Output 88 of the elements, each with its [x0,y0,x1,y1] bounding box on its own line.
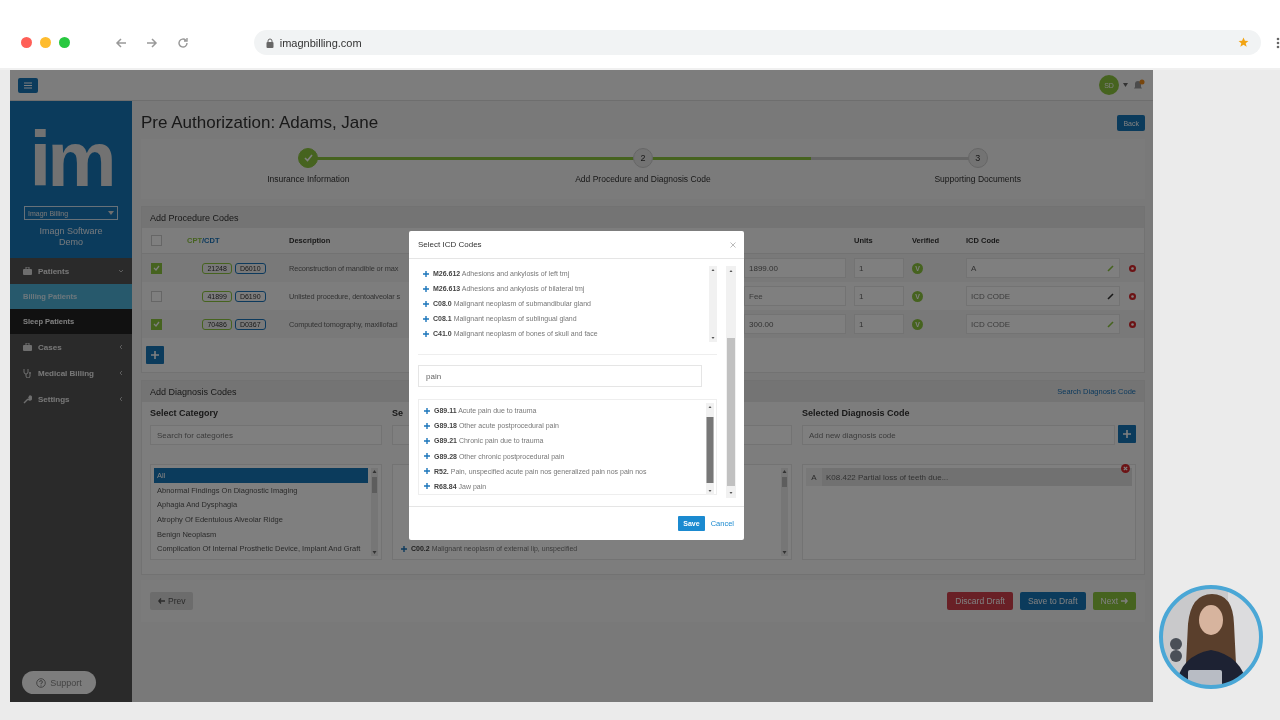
next-button[interactable]: Next [1092,592,1136,610]
bell-icon[interactable] [1132,78,1145,92]
scrollbar[interactable] [371,468,378,556]
sidebar-item[interactable]: Settings [10,386,132,412]
scrollbar[interactable] [709,266,717,342]
check-icon [303,154,313,162]
plus-icon[interactable] [424,468,430,475]
step-label: Insurance Information [267,174,350,184]
remove-icon[interactable] [1128,292,1136,300]
plus-icon[interactable] [423,330,429,337]
sidebar-item-label: Medical Billing [38,368,95,378]
organization-name: Imagn Software Demo [38,226,104,248]
menu-button[interactable] [18,77,38,93]
star-icon[interactable] [1238,37,1250,48]
plus-icon[interactable] [401,545,407,552]
sidebar-item[interactable]: Patients [10,258,132,284]
minimize-window-icon[interactable] [40,37,51,48]
dialog-title: Select ICD Codes [418,240,482,249]
column-heading: Se [392,408,403,420]
caret-icon [108,211,114,215]
plus-icon [151,351,159,359]
prev-button[interactable]: Prev [150,592,194,610]
caret-icon [1123,83,1128,87]
plus-icon[interactable] [423,315,429,322]
sidebar-item[interactable]: Medical Billing [10,360,132,386]
step-label: Add Procedure and Diagnosis Code [575,174,711,184]
checkbox[interactable] [151,290,162,302]
arrow-left-icon [158,598,165,604]
column-heading: Select Category [150,408,219,420]
fee-field[interactable]: 1899.00 [744,258,846,278]
sidebar-item-label: Settings [38,394,71,404]
step-label: Supporting Documents [934,174,1021,184]
remove-icon[interactable] [1128,320,1136,328]
stethoscope-icon [23,368,32,378]
plus-icon[interactable] [424,453,430,460]
logo: im [29,121,113,197]
plus-icon[interactable] [424,437,430,444]
briefcase-icon [23,343,32,351]
diagnosis-letter: A [810,472,818,482]
plus-icon[interactable] [424,407,430,414]
panel-title: Add Diagnosis Codes [150,386,237,397]
search-field[interactable]: pain [418,365,702,387]
plus-icon[interactable] [423,300,429,307]
sidebar-item[interactable]: Cases [10,334,132,360]
checkbox[interactable] [151,235,162,246]
add-procedure-button[interactable] [146,346,164,364]
plus-icon[interactable] [424,422,430,429]
icd-code-field[interactable]: A [966,258,1120,278]
menu-icon[interactable] [1276,36,1280,49]
maximize-window-icon[interactable] [59,37,70,48]
plus-icon[interactable] [424,483,430,490]
plus-icon[interactable] [423,285,429,292]
checkbox[interactable] [151,262,162,274]
units-field[interactable]: 1 [854,314,904,334]
wrench-icon [23,394,32,404]
scrollbar[interactable] [706,403,714,495]
address-bar[interactable]: imagnbilling.com [253,30,1262,55]
step-marker: 3 [967,148,988,168]
add-diagnosis-button[interactable] [1118,425,1136,443]
discard-draft-button[interactable]: Discard Draft [947,592,1013,610]
units-field[interactable]: 1 [854,258,904,278]
lock-icon [265,37,274,48]
close-window-icon[interactable] [21,37,32,48]
units-field[interactable]: 1 [854,286,904,306]
close-icon[interactable] [730,241,736,248]
menu-icon [24,81,32,89]
fee-field[interactable]: 300.00 [744,314,846,334]
plus-icon [1123,430,1131,438]
pencil-icon[interactable] [1107,292,1115,300]
scrollbar[interactable] [726,266,736,498]
column-heading: Selected Diagnosis Code [802,408,910,420]
sidebar-item-label: Cases [38,342,63,352]
panel-title: Add Procedure Codes [150,212,239,223]
briefcase-icon [23,267,32,275]
sidebar-item-label: Patients [38,266,71,276]
remove-icon[interactable] [1128,264,1136,272]
step-marker: 2 [633,148,653,168]
arrow-right-icon [1121,598,1128,604]
back-arrow-icon[interactable] [114,36,127,49]
help-icon [36,677,47,688]
remove-icon[interactable] [1121,464,1130,473]
checkbox[interactable] [151,318,162,330]
reload-icon[interactable] [176,36,189,49]
page-title: Pre Authorization: Adams, Jane [141,113,379,133]
save-to-draft-button[interactable]: Save to Draft [1019,592,1086,610]
scrollbar[interactable] [781,468,788,556]
plus-icon[interactable] [423,270,429,277]
forward-arrow-icon[interactable] [145,36,158,49]
